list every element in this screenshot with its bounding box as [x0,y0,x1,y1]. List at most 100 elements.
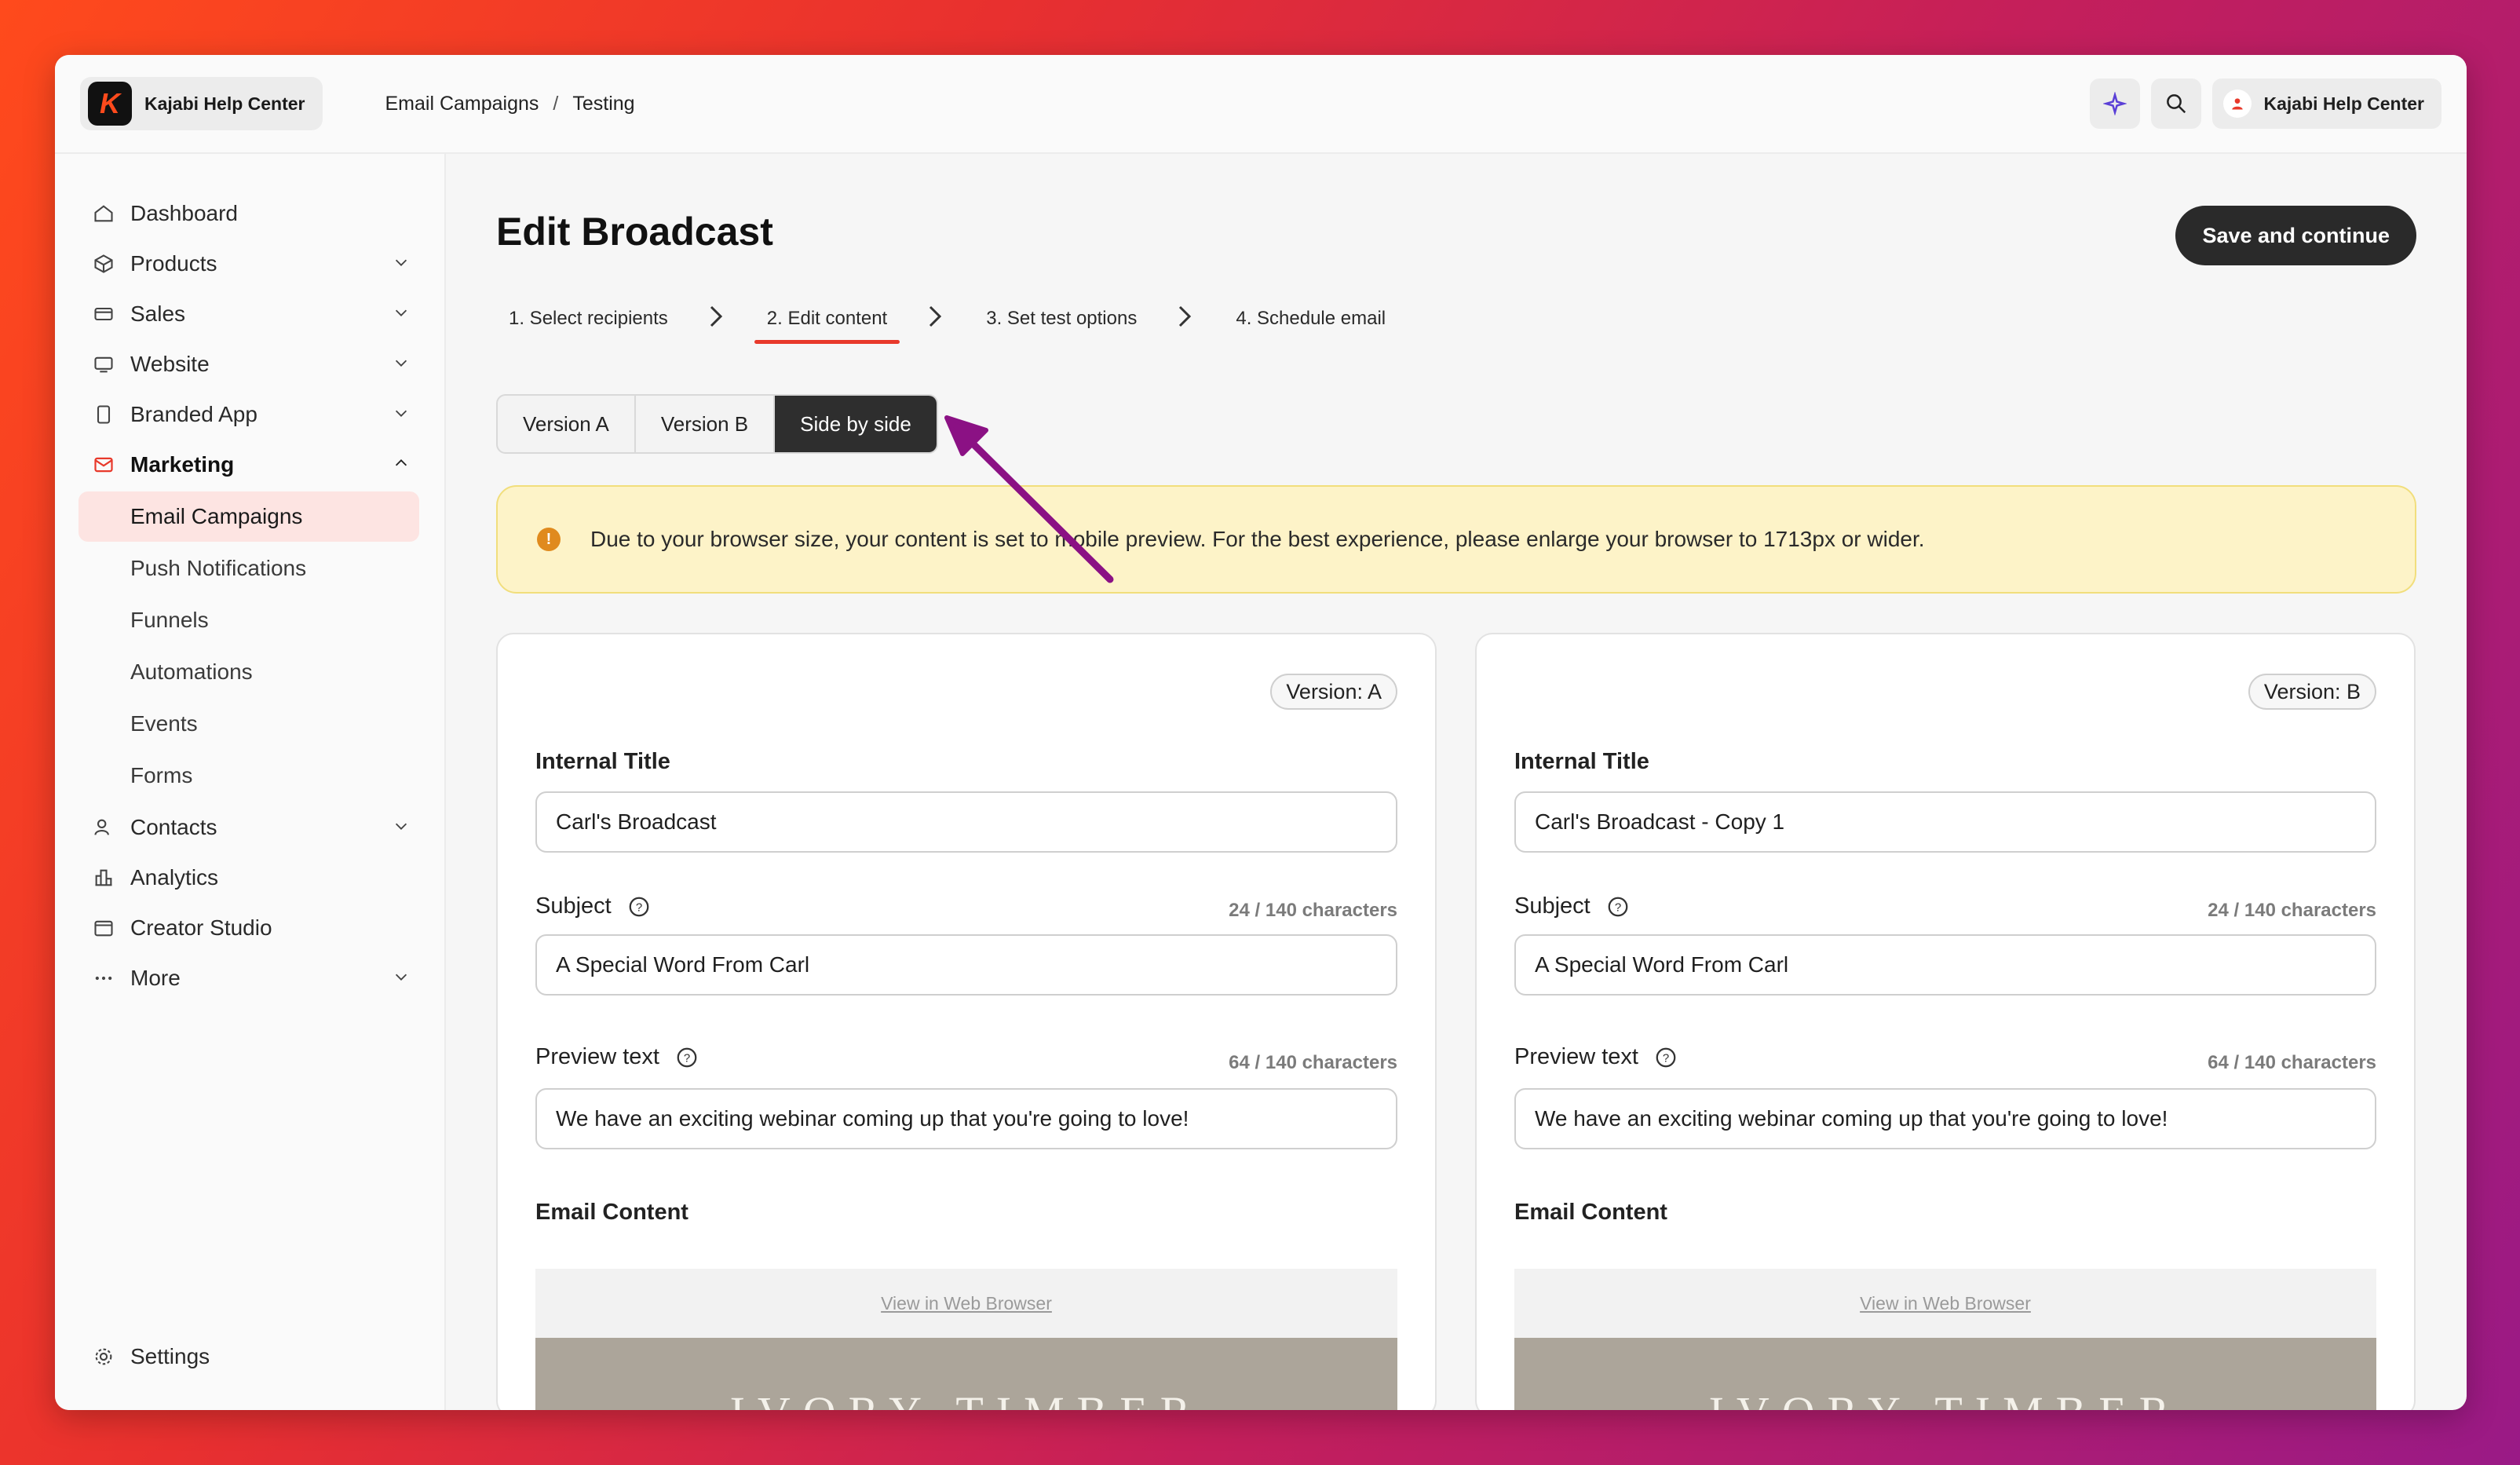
toggle-version-b[interactable]: Version B [636,396,776,452]
question-circle-icon[interactable]: ? [627,895,651,919]
toggle-version-a[interactable]: Version A [498,396,636,452]
person-icon [91,815,116,840]
gear-icon [91,1344,116,1369]
bar-chart-icon [91,865,116,890]
save-and-continue-button[interactable]: Save and continue [2175,206,2416,265]
question-circle-icon[interactable]: ? [675,1046,699,1069]
sidebar-item-label: Marketing [130,452,235,477]
top-bar: K Kajabi Help Center Email Campaigns / T… [55,55,2467,154]
view-in-browser-link[interactable]: View in Web Browser [1860,1293,2031,1314]
sidebar-item-label: Settings [130,1344,210,1368]
sidebar-subitem-funnels[interactable]: Funnels [79,595,419,645]
sidebar-subitem-forms[interactable]: Forms [79,751,419,801]
step-navigation: 1. Select recipients 2. Edit content 3. … [496,300,1398,344]
phone-icon [91,402,116,427]
internal-title-input[interactable] [535,791,1397,853]
sidebar-item-label: Products [130,251,217,276]
chevron-right-icon [926,305,944,334]
view-in-browser-link[interactable]: View in Web Browser [881,1293,1052,1314]
preview-text-label-row: Preview text ? [535,1044,699,1070]
chevron-down-icon [393,301,410,327]
preview-text-input[interactable] [535,1088,1397,1149]
breadcrumb: Email Campaigns / Testing [385,93,635,115]
step-select-recipients[interactable]: 1. Select recipients [496,300,681,338]
email-preview-header: View in Web Browser [535,1269,1397,1338]
toggle-side-by-side[interactable]: Side by side [775,396,937,452]
svg-text:?: ? [1615,901,1621,914]
home-icon [91,201,116,226]
sidebar-item-label: Website [130,352,210,376]
site-name: Kajabi Help Center [144,93,305,114]
email-content-label: Email Content [535,1200,688,1225]
question-circle-icon[interactable]: ? [1606,895,1630,919]
subject-label-row: Subject ? [535,893,651,919]
search-button[interactable] [2150,79,2201,129]
sidebar-item-label: Analytics [130,865,219,890]
page-title: Edit Broadcast [496,210,773,254]
main-content: Edit Broadcast Save and continue 1. Sele… [446,154,2467,1410]
email-hero-banner: IVORY TIMBER [1514,1338,2376,1410]
version-b-panel: Version: B Internal Title Subject ? 24 /… [1475,633,2416,1410]
monitor-icon [91,352,116,377]
chevron-right-icon [707,305,725,334]
sidebar-item-marketing[interactable]: Marketing [55,440,444,490]
subject-label: Subject [535,893,612,919]
sidebar-item-sales[interactable]: Sales [55,289,444,339]
hero-title: IVORY TIMBER [730,1386,1203,1410]
app-window: K Kajabi Help Center Email Campaigns / T… [55,55,2467,1410]
internal-title-input[interactable] [1514,791,2376,853]
email-content-label: Email Content [1514,1200,1667,1225]
ai-assistant-button[interactable] [2089,79,2140,129]
sidebar-subitem-events[interactable]: Events [79,699,419,749]
version-badge: Version: B [2248,674,2376,710]
sidebar-item-products[interactable]: Products [55,239,444,289]
account-menu[interactable]: Kajabi Help Center [2211,79,2441,129]
sidebar-subitem-email-campaigns[interactable]: Email Campaigns [79,491,419,542]
calendar-icon [91,915,116,941]
breadcrumb-email-campaigns[interactable]: Email Campaigns [385,93,539,115]
version-badge: Version: A [1270,674,1397,710]
site-switcher[interactable]: K Kajabi Help Center [80,77,323,130]
chevron-up-icon [393,452,410,477]
email-preview-header: View in Web Browser [1514,1269,2376,1338]
kajabi-logo: K [88,82,132,126]
sidebar-subitem-push-notifications[interactable]: Push Notifications [79,543,419,594]
step-schedule-email[interactable]: 4. Schedule email [1223,300,1398,338]
sidebar-item-branded-app[interactable]: Branded App [55,389,444,440]
sidebar-item-dashboard[interactable]: Dashboard [55,188,444,239]
subject-char-counter: 24 / 140 characters [2208,900,2376,921]
preview-text-input[interactable] [1514,1088,2376,1149]
chevron-down-icon [393,352,410,377]
sidebar-item-label: More [130,966,181,990]
preview-text-label: Preview text [535,1044,659,1069]
sidebar-item-settings[interactable]: Settings [55,1332,444,1382]
step-edit-content[interactable]: 2. Edit content [754,300,900,344]
hero-title: IVORY TIMBER [1709,1386,2182,1410]
preview-text-label-row: Preview text ? [1514,1044,1678,1070]
subject-label-row: Subject ? [1514,893,1630,919]
sidebar-subitem-automations[interactable]: Automations [79,647,419,697]
account-name: Kajabi Help Center [2263,93,2425,114]
sidebar-item-creator-studio[interactable]: Creator Studio [55,903,444,953]
subject-input[interactable] [1514,934,2376,996]
svg-text:?: ? [1663,1051,1669,1065]
sidebar-item-label: Creator Studio [130,915,272,940]
email-hero-banner: IVORY TIMBER [535,1338,1397,1410]
subject-input[interactable] [535,934,1397,996]
breadcrumb-separator: / [553,92,559,115]
search-icon [2166,94,2186,114]
sidebar-item-website[interactable]: Website [55,339,444,389]
svg-text:?: ? [636,901,642,914]
sidebar-item-analytics[interactable]: Analytics [55,853,444,903]
breadcrumb-current: Testing [572,92,635,115]
chevron-down-icon [393,966,410,991]
question-circle-icon[interactable]: ? [1654,1046,1678,1069]
sidebar-item-more[interactable]: More [55,953,444,1003]
sidebar-item-contacts[interactable]: Contacts [55,802,444,853]
user-avatar-icon [2222,90,2252,118]
step-set-test-options[interactable]: 3. Set test options [973,300,1149,338]
chevron-down-icon [393,402,410,427]
version-a-panel: Version: A Internal Title Subject ? 24 /… [496,633,1437,1410]
chevron-right-icon [1176,305,1193,334]
internal-title-label: Internal Title [1514,749,1649,774]
